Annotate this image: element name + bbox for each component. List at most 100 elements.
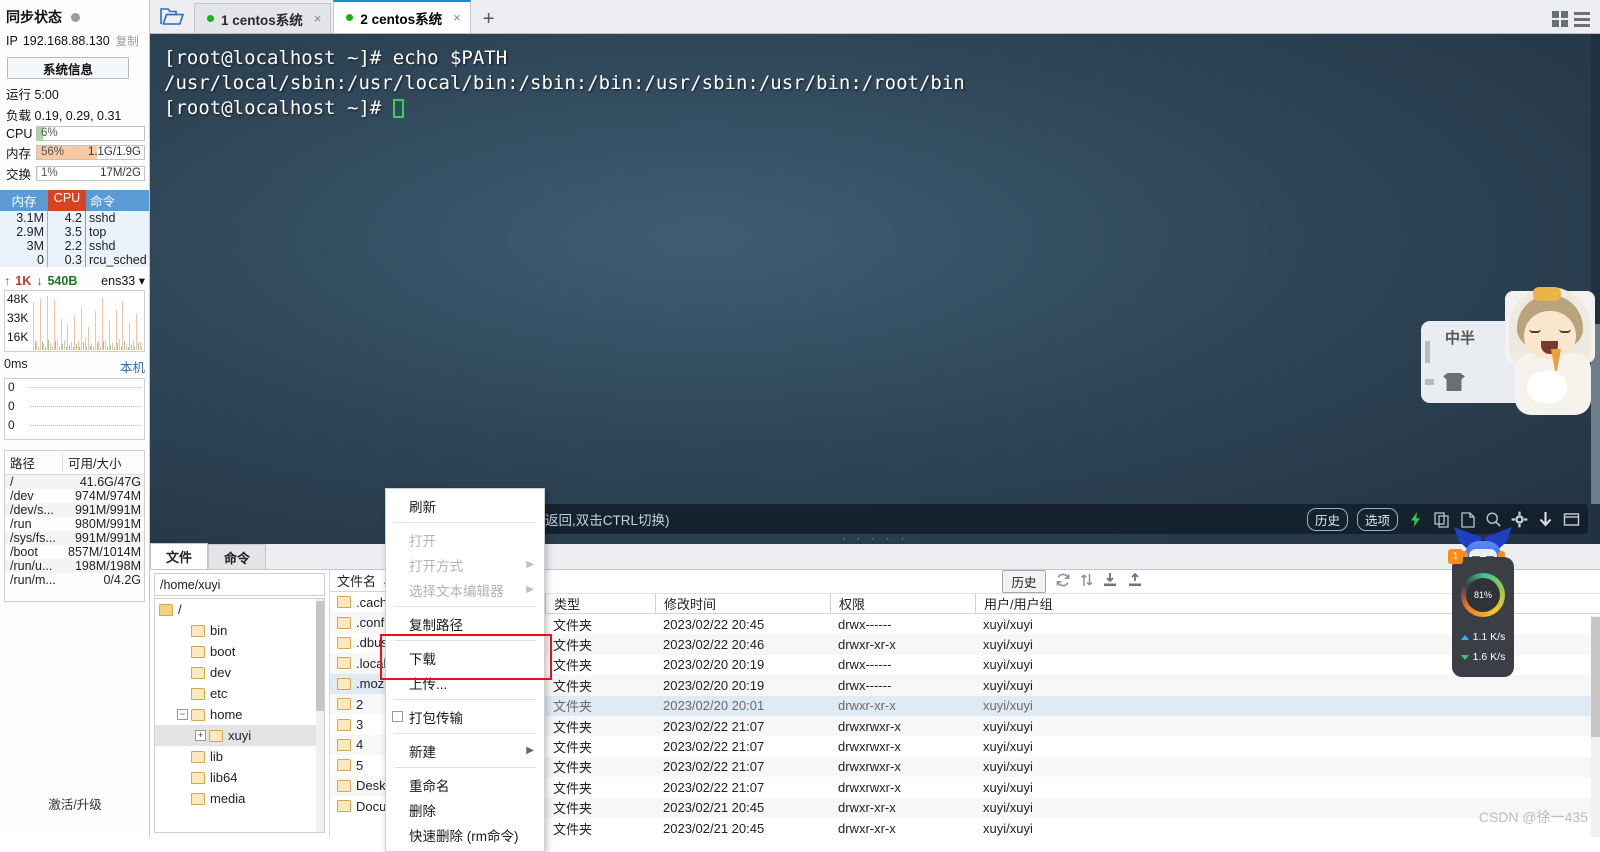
disk-row[interactable]: / 41.6G/47G	[5, 475, 144, 489]
disk-col-size[interactable]: 可用/大小	[63, 453, 144, 472]
window-controls	[1552, 11, 1600, 33]
tree-node[interactable]: dev	[155, 662, 324, 683]
disk-col-path[interactable]: 路径	[5, 453, 63, 472]
table-row[interactable]: 文件夹 2023/02/20 20:01 drwxr-xr-x xuyi/xuyi	[545, 695, 1600, 716]
terminal-tab-1[interactable]: 1 centos系统 ×	[194, 3, 332, 33]
terminal-view[interactable]: [root@localhost ~]# echo $PATH /usr/loca…	[150, 34, 1600, 544]
menu-item[interactable]: 删除	[386, 797, 544, 822]
disk-row[interactable]: /run/m... 0/4.2G	[5, 573, 144, 587]
download-icon[interactable]	[1537, 511, 1554, 528]
notification-badge[interactable]: 1	[1448, 549, 1463, 564]
upload-icon[interactable]	[1127, 572, 1143, 591]
disk-row[interactable]: /dev/s... 991M/991M	[5, 503, 144, 517]
table-row[interactable]: 文件夹 2023/02/20 20:19 drwx------ xuyi/xuyi	[545, 675, 1600, 696]
grid-view-icon[interactable]	[1552, 11, 1568, 27]
process-col-cpu[interactable]: CPU	[48, 190, 86, 211]
table-row[interactable]: 文件夹 2023/02/22 21:07 drwxrwxr-x xuyi/xuyi	[545, 777, 1600, 797]
menu-item-label: 复制路径	[409, 617, 463, 633]
tree-node[interactable]: bin	[155, 620, 324, 641]
lightning-icon[interactable]	[1407, 511, 1424, 528]
disk-row[interactable]: /run 980M/991M	[5, 517, 144, 531]
copy-icon[interactable]	[1433, 511, 1450, 528]
process-row[interactable]: 2.9M 3.5 top	[0, 225, 149, 239]
column-type[interactable]: 类型	[545, 594, 655, 613]
column-modified-time[interactable]: 修改时间	[655, 594, 830, 613]
menu-item[interactable]: 新建 ▶	[386, 738, 544, 763]
list-menu-icon[interactable]	[1574, 12, 1590, 27]
menu-item[interactable]: 下载	[386, 645, 544, 670]
tree-node[interactable]: − home	[155, 704, 324, 725]
window-icon[interactable]	[1563, 511, 1580, 528]
tree-node-label: lib64	[210, 770, 238, 785]
path-input[interactable]: /home/xuyi	[154, 573, 325, 596]
ping-host[interactable]: 本机	[120, 357, 145, 376]
file-name: 4	[356, 737, 364, 753]
file-history-button[interactable]: 历史	[1002, 570, 1046, 593]
tab-close-icon[interactable]: ×	[314, 11, 322, 26]
tree-node[interactable]: lib64	[155, 767, 324, 788]
table-row[interactable]: 文件夹 2023/02/22 21:07 drwxrwxr-x xuyi/xuyi	[545, 736, 1600, 756]
file-panel-tab[interactable]: 命令	[208, 544, 266, 569]
tree-expander-icon[interactable]: −	[177, 709, 188, 720]
file-panel-tab[interactable]: 文件	[150, 543, 208, 569]
disk-row[interactable]: /boot 857M/1014M	[5, 545, 144, 559]
table-row[interactable]: 文件夹 2023/02/21 20:45 drwxr-xr-x xuyi/xuyi	[545, 818, 1600, 838]
folder-icon	[337, 800, 351, 813]
tree-node[interactable]: lib	[155, 746, 324, 767]
table-row[interactable]: 文件夹 2023/02/21 20:45 drwxr-xr-x xuyi/xuyi	[545, 797, 1600, 818]
process-row[interactable]: 0 0.3 rcu_sched	[0, 253, 149, 267]
menu-item[interactable]: 刷新	[386, 493, 544, 518]
context-menu[interactable]: 刷新 打开 打开方式 ▶ 选择文本编辑器 ▶ 复制路径 下载 上传... 打包传输 新建 ▶ 重命名 删除…	[385, 488, 545, 852]
table-row[interactable]: 文件夹 2023/02/22 21:07 drwxrwxr-x xuyi/xuyi	[545, 715, 1600, 737]
terminal-tab-2[interactable]: 2 centos系统 ×	[333, 0, 471, 33]
process-row[interactable]: 3M 2.2 sshd	[0, 239, 149, 253]
ping-graph: 0 0 0	[4, 378, 145, 440]
process-col-memory[interactable]: 内存	[0, 190, 48, 211]
table-row[interactable]: 文件夹 2023/02/22 21:07 drwxrwxr-x xuyi/xuyi	[545, 756, 1600, 778]
command-input-bar[interactable]: 命令输入 (按ALT键返回,双击CTRL切换) 历史 选项	[424, 504, 1588, 534]
new-tab-button[interactable]: +	[473, 8, 507, 33]
network-axis-mid: 33K	[7, 311, 29, 325]
network-interface-select[interactable]: ens33 ▾	[101, 273, 145, 288]
tab-close-icon[interactable]: ×	[453, 10, 461, 25]
network-speed-widget[interactable]: 1 81% 1.1 K/s 1.6 K/s	[1448, 549, 1514, 677]
menu-item[interactable]: 快速删除 (rm命令)	[386, 822, 544, 847]
refresh-icon[interactable]	[1055, 572, 1071, 591]
menu-item-label: 刷新	[409, 499, 436, 515]
process-col-command[interactable]: 命令	[86, 190, 149, 211]
tree-expander-icon[interactable]: +	[195, 730, 206, 741]
command-options-button[interactable]: 选项	[1356, 507, 1398, 531]
checkbox-icon[interactable]	[392, 711, 403, 722]
tree-node[interactable]: + xuyi	[155, 725, 324, 746]
tree-node[interactable]: etc	[155, 683, 324, 704]
file-modified-time: 2023/02/21 20:45	[663, 820, 765, 836]
menu-item[interactable]: 上传...	[386, 670, 544, 695]
menu-item[interactable]: 重命名	[386, 772, 544, 797]
menu-item[interactable]: 复制路径	[386, 611, 544, 636]
table-row[interactable]: 文件夹 2023/02/22 20:46 drwxr-xr-x xuyi/xuyi	[545, 634, 1600, 655]
disk-row[interactable]: /run/u... 198M/198M	[5, 559, 144, 573]
desktop-mascot-overlay[interactable]: 中半	[1421, 285, 1600, 415]
file-name: 3	[356, 717, 364, 733]
copy-ip-button[interactable]: 复制	[116, 33, 139, 49]
memory-percent: 56%	[41, 146, 65, 158]
tree-scrollbar[interactable]	[316, 599, 324, 832]
table-row[interactable]: 文件夹 2023/02/20 20:19 drwx------ xuyi/xuyi	[545, 655, 1600, 675]
column-permission[interactable]: 权限	[830, 594, 975, 613]
sort-icon[interactable]	[1080, 572, 1093, 591]
activate-upgrade-link[interactable]: 激活/升级	[0, 794, 149, 813]
menu-item[interactable]: 打包传输	[386, 704, 544, 729]
process-row[interactable]: 3.1M 4.2 sshd	[0, 211, 149, 225]
open-folder-icon[interactable]	[150, 0, 194, 33]
tree-node[interactable]: /	[155, 599, 324, 620]
disk-row[interactable]: /sys/fs... 991M/991M	[5, 531, 144, 545]
tree-node[interactable]: media	[155, 788, 324, 809]
table-row[interactable]: 文件夹 2023/02/22 20:45 drwx------ xuyi/xuyi	[545, 614, 1600, 634]
disk-row[interactable]: /dev 974M/974M	[5, 489, 144, 503]
system-info-button[interactable]: 系统信息	[7, 57, 129, 79]
command-history-button[interactable]: 历史	[1306, 507, 1348, 531]
file-list-scrollbar[interactable]	[1591, 616, 1600, 837]
tree-node[interactable]: boot	[155, 641, 324, 662]
panel-resize-handle[interactable]: · · · · ·	[150, 533, 1600, 544]
download-icon[interactable]	[1102, 572, 1118, 591]
